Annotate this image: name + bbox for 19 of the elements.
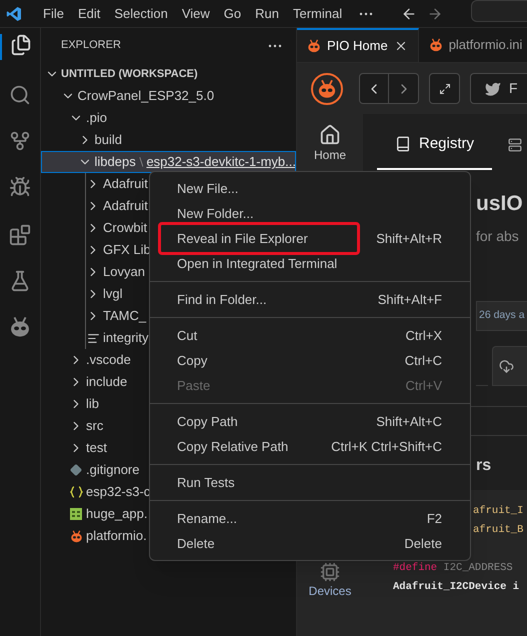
updated-text: 26 days a	[479, 308, 525, 324]
code-token: afruit_I	[473, 505, 524, 517]
shortcut-text: Ctrl+X	[406, 326, 442, 345]
shortcut-text: Shift+Alt+C	[376, 412, 442, 431]
section-heading: rs	[476, 456, 492, 476]
shortcut-text: Ctrl+C	[404, 352, 442, 370]
shortcut-text: Ctrl+V	[406, 376, 442, 395]
shortcut-text: Ctrl+K Ctrl+Shift+C	[331, 438, 442, 456]
shortcut-text: Delete	[404, 534, 442, 553]
code-token: #define	[393, 562, 438, 574]
page-title: usIO	[476, 191, 524, 217]
code-token: afruit_B	[473, 524, 524, 536]
code-token: Adafruit_I2CDevice i	[393, 581, 520, 593]
page-subtitle: for abs	[476, 227, 520, 246]
shortcut-text: Shift+Alt+F	[378, 290, 442, 309]
shortcut-text: F2	[426, 510, 442, 528]
shortcut-text: Shift+Alt+R	[376, 230, 442, 248]
sidebar-title: EXPLORER	[61, 38, 121, 54]
code-token: I2C_ADDRESS	[442, 562, 513, 574]
